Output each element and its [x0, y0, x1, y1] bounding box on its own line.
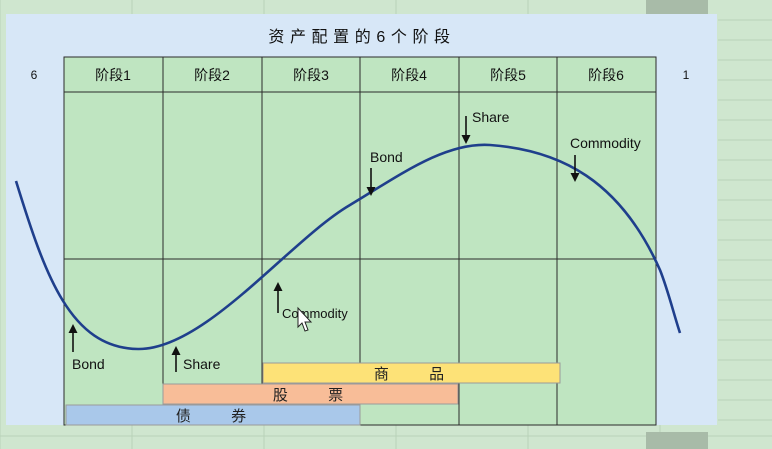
share-band-label: 股 票: [273, 387, 361, 404]
bond-sell-label: Bond: [370, 149, 403, 165]
stage-label-5: 阶段5: [490, 67, 526, 83]
stage-label-6: 阶段6: [588, 67, 624, 83]
diagram-title: 资产配置的6个阶段: [268, 28, 455, 46]
scrollbar-thumb-bottom[interactable]: [646, 432, 708, 449]
share-buy-label: Share: [183, 356, 221, 372]
stage-label-1: 阶段1: [95, 67, 131, 83]
asset-allocation-diagram: 阶段1 阶段2 阶段3 阶段4 阶段5 阶段6 资产配置的6个阶段 6 1 商 …: [0, 0, 772, 449]
stage-header-row: 阶段1 阶段2 阶段3 阶段4 阶段5 阶段6: [63, 56, 657, 93]
bond-band-label: 债 券: [176, 408, 264, 425]
right-marker: 1: [683, 68, 690, 82]
share-sell-label: Share: [472, 109, 510, 125]
bond-buy-label: Bond: [72, 356, 105, 372]
commodity-buy-label: Commodity: [282, 306, 348, 321]
stage-label-3: 阶段3: [293, 67, 329, 83]
left-marker: 6: [31, 68, 38, 82]
stage-label-2: 阶段2: [194, 67, 230, 83]
stage-label-4: 阶段4: [391, 67, 427, 83]
commodity-band-label: 商 品: [374, 366, 462, 383]
commodity-sell-label: Commodity: [570, 135, 641, 151]
scrollbar-thumb-top[interactable]: [646, 0, 708, 14]
